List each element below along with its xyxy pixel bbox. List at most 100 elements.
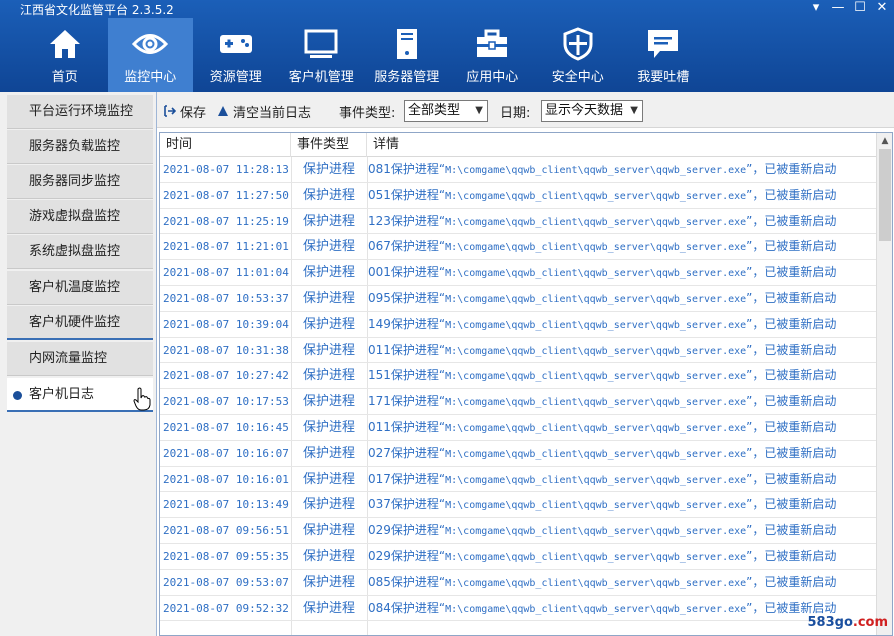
active-dot-icon [13,391,22,400]
table-row[interactable]: 2021-08-07 10:16:45 保护进程 011保护进程“M:\comgam… [160,415,876,441]
cell-time: 2021-08-07 11:27:50 [163,188,289,202]
nav-feedback[interactable]: 我要吐槽 [621,18,707,92]
cell-time: 2021-08-07 11:01:04 [163,266,289,280]
column-header-time[interactable]: 时间 [160,133,291,157]
sidebar-item-label: 游戏虚拟盘监控 [29,209,121,224]
scroll-up-icon[interactable]: ▲ [877,133,892,149]
table-row[interactable]: 2021-08-07 11:21:01 保护进程 067保护进程“M:\comgam… [160,234,876,261]
sidebar-item-client-hardware[interactable]: 客户机硬件监控 [7,306,153,340]
nav-home[interactable]: 首页 [22,18,108,92]
cell-time: 2021-08-07 09:55:35 [163,549,289,563]
sidebar-item-lan-traffic[interactable]: 内网流量监控 [7,342,153,376]
detail-id: 171 [368,394,391,409]
gamepad-icon [218,26,254,62]
nav-label: 安全中心 [551,70,604,85]
table-row[interactable]: 2021-08-07 11:28:13 保护进程 081保护进程“M:\comgam… [160,157,876,183]
save-label: 保存 [180,105,207,121]
main-content: 保存 清空当前日志 事件类型: 全部类型 ▼ 日期: 显示今天数据 ▼ 时间 事… [157,92,894,636]
clear-log-button[interactable]: 清空当前日志 [217,102,312,121]
sidebar-item-system-vdisk[interactable]: 系统虚拟盘监控 [7,235,153,269]
scroll-thumb[interactable] [879,149,891,241]
sidebar-item-game-vdisk[interactable]: 游戏虚拟盘监控 [7,200,153,234]
sidebar-item-server-load[interactable]: 服务器负载监控 [7,130,153,164]
detail-suffix: ”，已被重新启动 [746,419,837,434]
date-select[interactable]: 显示今天数据 ▼ [541,100,643,122]
close-button[interactable]: ✕ [874,0,890,16]
table-header: 时间 事件类型 详情 [160,133,876,157]
table-row[interactable]: 2021-08-07 10:13:49 保护进程 037保护进程“M:\comgam… [160,492,876,519]
cell-event-type: 保护进程 [302,316,355,332]
table-row[interactable]: 2021-08-07 09:56:51 保护进程 029保护进程“M:\comgam… [160,518,876,544]
nav-client-management[interactable]: 客户机管理 [279,18,365,92]
shield-icon [560,26,596,62]
nav-resource-management[interactable]: 资源管理 [193,18,279,92]
cell-event-type: 保护进程 [302,162,355,177]
table-row[interactable]: 2021-08-07 10:31:38 保护进程 011保护进程“M:\comgam… [160,338,876,364]
clear-log-label: 清空当前日志 [233,105,312,121]
detail-suffix: ”，已被重新启动 [746,394,837,409]
sidebar: 平台运行环境监控 服务器负载监控 服务器同步监控 游戏虚拟盘监控 系统虚拟盘监控… [0,92,157,636]
table-row[interactable]: 2021-08-07 10:27:42 保护进程 151保护进程“M:\comgam… [160,363,876,390]
cell-detail: 081保护进程“M:\comgame\qqwb_client\qqwb_serv… [368,157,874,182]
cell-detail: 123保护进程“M:\comgame\qqwb_client\qqwb_serv… [368,209,874,234]
save-button[interactable]: 保存 [164,102,207,121]
eye-icon [132,26,169,62]
vertical-scrollbar[interactable]: ▲ [876,133,892,635]
detail-path: M:\comgame\qqwb_client\qqwb_server\qqwb_… [445,165,747,176]
column-header-event-type[interactable]: 事件类型 [291,133,367,157]
sidebar-item-platform-env[interactable]: 平台运行环境监控 [7,95,153,129]
chevron-down-icon: ▼ [475,105,483,116]
app-title: 江西省文化监管平台 2.3.5.2 [20,3,174,17]
column-header-detail[interactable]: 详情 [367,133,876,157]
table-body: 2021-08-07 11:28:13 保护进程 081保护进程“M:\comgam… [160,157,876,622]
table-row[interactable]: 2021-08-07 10:53:37 保护进程 095保护进程“M:\comgam… [160,286,876,312]
sidebar-item-server-sync[interactable]: 服务器同步监控 [7,165,153,199]
cell-detail: 011保护进程“M:\comgame\qqwb_client\qqwb_serv… [368,415,874,440]
detail-id: 037 [368,497,391,512]
detail-prefix: 保护进程“ [390,342,446,357]
table-row[interactable]: 2021-08-07 10:16:01 保护进程 017保护进程“M:\comgam… [160,467,876,493]
detail-prefix: 保护进程“ [390,368,446,383]
cell-detail: 011保护进程“M:\comgame\qqwb_client\qqwb_serv… [368,338,874,363]
detail-path: M:\comgame\qqwb_client\qqwb_server\qqwb_… [445,371,747,383]
detail-suffix: ”，已被重新启动 [746,523,837,538]
cell-event-type: 保护进程 [302,342,355,358]
nav-server-management[interactable]: 服务器管理 [364,18,450,92]
table-row[interactable]: 2021-08-07 10:16:07 保护进程 027保护进程“M:\comgam… [160,441,876,467]
event-type-select[interactable]: 全部类型 ▼ [404,100,488,122]
detail-id: 027 [368,445,391,460]
table-row[interactable]: 2021-08-07 09:52:32 保护进程 084保护进程“M:\comgam… [160,596,876,622]
cell-detail: 151保护进程“M:\comgame\qqwb_client\qqwb_serv… [368,363,874,388]
cell-detail: 037保护进程“M:\comgame\qqwb_client\qqwb_serv… [368,492,874,517]
table-row[interactable]: 2021-08-07 11:25:19 保护进程 123保护进程“M:\comgam… [160,209,876,235]
cell-event-type: 保护进程 [302,600,355,616]
detail-prefix: 保护进程“ [390,548,446,563]
detail-id: 151 [368,368,391,383]
detail-suffix: ”，已被重新启动 [746,497,837,512]
menu-dropdown-icon[interactable]: ▾ [808,0,824,16]
detail-id: 084 [368,600,391,615]
cell-time: 2021-08-07 10:17:53 [163,395,289,409]
table-row[interactable]: 2021-08-07 11:27:50 保护进程 051保护进程“M:\comgam… [160,183,876,209]
table-row[interactable]: 2021-08-07 09:55:35 保护进程 029保护进程“M:\comgam… [160,544,876,570]
cell-time: 2021-08-07 10:16:45 [163,420,289,434]
detail-id: 067 [368,239,391,254]
nav-label: 应用中心 [466,70,519,85]
detail-suffix: ”，已被重新启动 [746,574,837,589]
cell-time: 2021-08-07 10:13:49 [163,498,289,512]
table-row[interactable]: 2021-08-07 11:01:04 保护进程 001保护进程“M:\comgam… [160,260,876,286]
table-row[interactable]: 2021-08-07 10:17:53 保护进程 171保护进程“M:\comgam… [160,389,876,415]
sidebar-item-client-log[interactable]: 客户机日志 [7,378,153,412]
nav-monitor-center[interactable]: 监控中心 [107,18,193,92]
sidebar-item-client-temp[interactable]: 客户机温度监控 [7,271,153,305]
maximize-button[interactable]: ☐ [852,0,868,16]
event-type-value: 全部类型 [408,103,461,118]
detail-prefix: 保护进程“ [390,394,446,409]
detail-path: M:\comgame\qqwb_client\qqwb_server\qqwb_… [445,474,747,486]
nav-security-center[interactable]: 安全中心 [535,18,621,92]
table-row[interactable]: 2021-08-07 10:39:04 保护进程 149保护进程“M:\comgam… [160,312,876,338]
nav-app-center[interactable]: 应用中心 [450,18,536,92]
cell-detail: 001保护进程“M:\comgame\qqwb_client\qqwb_serv… [368,260,874,285]
table-row[interactable]: 2021-08-07 09:53:07 保护进程 085保护进程“M:\comgam… [160,570,876,596]
minimize-button[interactable]: — [830,0,846,16]
